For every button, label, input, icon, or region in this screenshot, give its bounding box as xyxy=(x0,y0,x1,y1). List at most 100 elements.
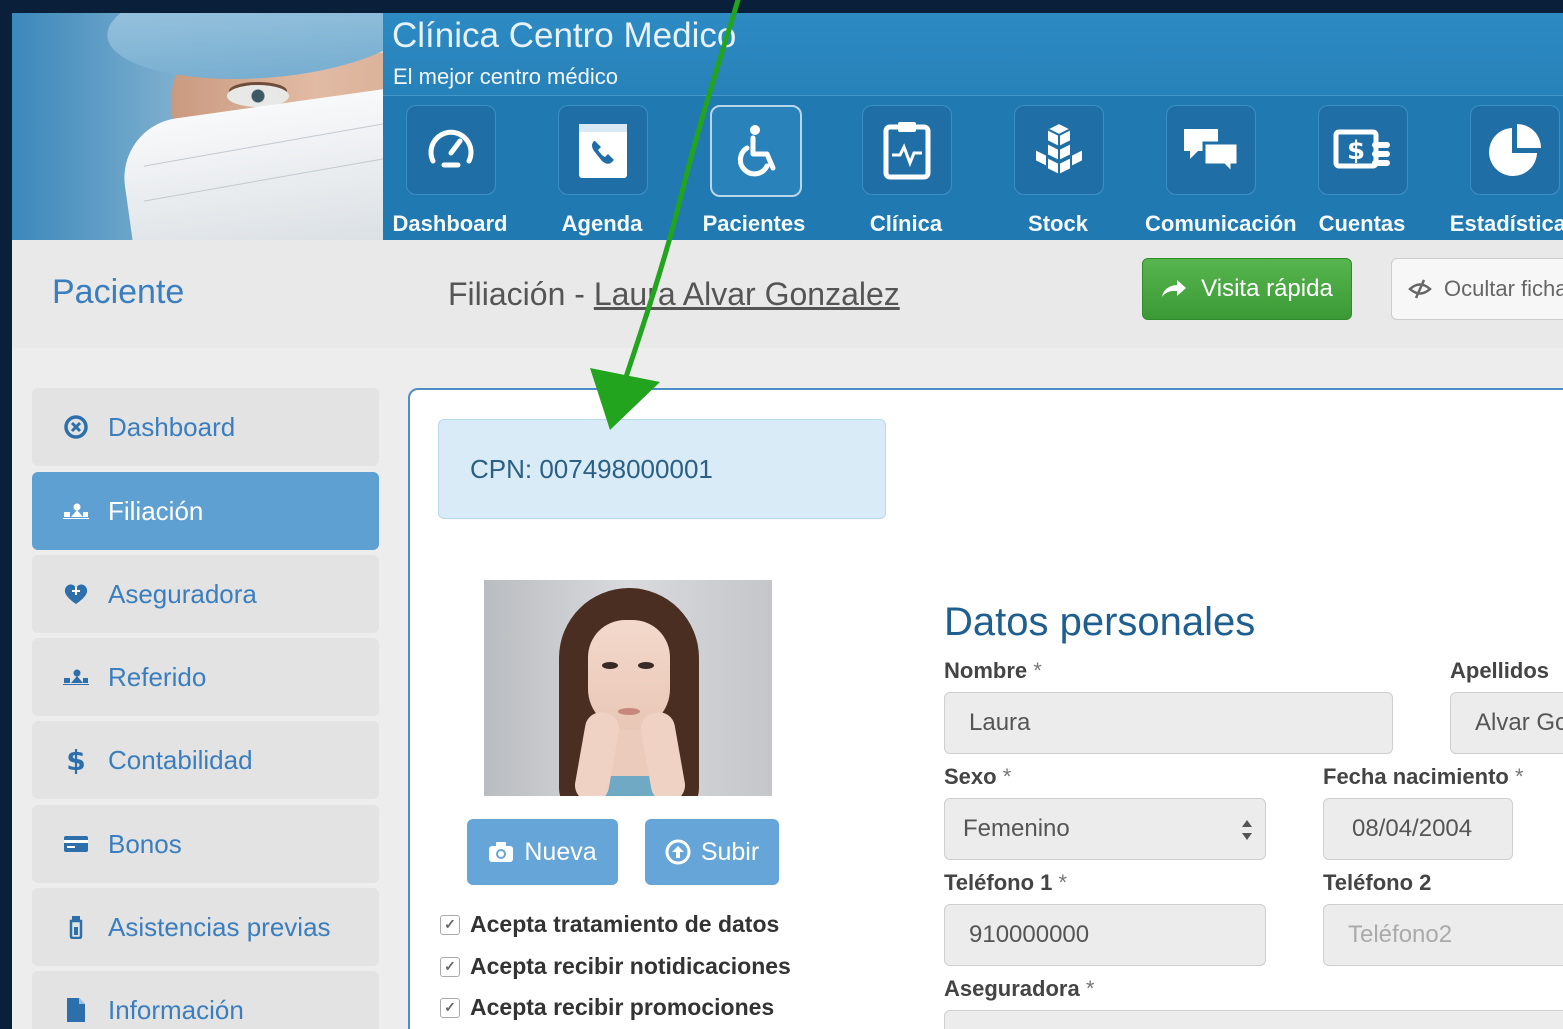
patient-name-link[interactable]: Laura Alvar Gonzalez xyxy=(594,276,900,312)
required-mark: * xyxy=(1514,764,1524,789)
telefono2-label: Teléfono 2 xyxy=(1323,870,1432,895)
nav-stock-label: Stock xyxy=(1028,211,1088,236)
nav-dashboard-label: Dashboard xyxy=(392,211,508,236)
phonebook-icon xyxy=(579,124,627,178)
nav-stock[interactable]: Stock xyxy=(993,103,1123,238)
nav-clinica-label: Clínica xyxy=(869,211,943,236)
aseguradora-field[interactable] xyxy=(944,1010,1563,1029)
nav-dashboard[interactable]: Dashboard xyxy=(385,103,515,238)
sidebar-item-label: Dashboard xyxy=(108,411,236,442)
nav-clinica[interactable]: Clínica xyxy=(841,103,971,238)
nav-comunicacion[interactable]: Comunicación xyxy=(1145,103,1297,238)
consent-check-datos[interactable]: ✓ Acepta tratamiento de datos xyxy=(440,911,779,938)
apellidos-field[interactable]: Alvar Gonzalez xyxy=(1450,692,1563,754)
circle-x-icon xyxy=(64,415,88,439)
clipboard-pulse-icon xyxy=(883,122,931,180)
cpn-box: CPN: 007498000001 xyxy=(438,419,886,519)
sidebar-item-label: Bonos xyxy=(108,828,182,859)
filiacion-title: Filiación - Laura Alvar Gonzalez xyxy=(448,276,900,313)
card-icon xyxy=(64,836,88,852)
flask-icon xyxy=(69,916,83,939)
dollar-icon: $ xyxy=(66,746,85,774)
wheelchair-icon xyxy=(737,125,776,177)
consent-label: Acepta recibir promociones xyxy=(470,994,775,1020)
camera-icon xyxy=(489,842,514,862)
ocultar-ficha-button[interactable]: Ocultar ficha xyxy=(1391,258,1563,320)
chat-bubbles-icon xyxy=(1184,129,1240,177)
datos-personales-title: Datos personales xyxy=(944,600,1256,644)
patient-photo xyxy=(484,580,772,796)
shield-heart-icon xyxy=(64,584,88,604)
sexo-label: Sexo * xyxy=(944,764,1012,789)
group-icon xyxy=(63,669,89,685)
sidebar-item-bonos[interactable]: Bonos xyxy=(32,805,379,883)
sidebar-item-label: Asistencias previas xyxy=(108,911,331,942)
consent-label: Acepta recibir notidicaciones xyxy=(470,953,791,979)
share-arrow-icon xyxy=(1162,280,1187,297)
checkbox-checked-icon[interactable]: ✓ xyxy=(440,956,460,977)
consent-check-promociones[interactable]: ✓ Acepta recibir promociones xyxy=(440,994,774,1021)
page-title: Paciente xyxy=(52,273,185,311)
sidebar-item-label: Contabilidad xyxy=(108,744,253,775)
sexo-value: Femenino xyxy=(963,815,1070,842)
svg-text:$: $ xyxy=(66,746,85,774)
consent-label: Acepta tratamiento de datos xyxy=(470,911,780,937)
sexo-select[interactable]: Femenino xyxy=(944,798,1266,860)
aseguradora-label: Aseguradora * xyxy=(944,976,1095,1001)
nav-pacientes-label: Pacientes xyxy=(702,211,806,236)
required-mark: * xyxy=(1058,870,1068,895)
sidebar-item-dashboard[interactable]: Dashboard xyxy=(32,388,379,466)
nombre-label: Nombre * xyxy=(944,658,1042,683)
nav-cuentas[interactable]: $ Cuentas xyxy=(1297,103,1427,238)
speedometer-icon xyxy=(428,129,474,168)
filiacion-prefix: Filiación - xyxy=(448,276,594,312)
sidebar-item-informacion[interactable]: Información xyxy=(32,971,379,1029)
nav-estadisticas[interactable]: Estadísticas xyxy=(1449,103,1563,238)
nueva-label: Nueva xyxy=(524,837,597,866)
file-icon xyxy=(67,998,85,1022)
sidebar-item-label: Referido xyxy=(108,661,207,692)
sidebar-item-label: Aseguradora xyxy=(108,578,257,609)
upload-circle-icon xyxy=(665,839,691,865)
sidebar-item-label: Filiación xyxy=(108,495,204,526)
fecha-field[interactable]: 08/04/2004 xyxy=(1323,798,1513,860)
checkbox-checked-icon[interactable]: ✓ xyxy=(440,997,460,1018)
sidebar-item-asistencias[interactable]: Asistencias previas xyxy=(32,888,379,966)
nav-comunicacion-label: Comunicación xyxy=(1145,211,1297,236)
sidebar-item-aseguradora[interactable]: Aseguradora xyxy=(32,555,379,633)
telefono1-label: Teléfono 1 * xyxy=(944,870,1068,895)
subir-photo-button[interactable]: Subir xyxy=(645,819,779,885)
telefono2-field[interactable]: Teléfono2 xyxy=(1323,904,1563,966)
nav-agenda[interactable]: Agenda xyxy=(537,103,667,238)
apellidos-label: Apellidos xyxy=(1450,658,1550,683)
nav-cuentas-label: Cuentas xyxy=(1318,211,1406,236)
visita-rapida-button[interactable]: Visita rápida xyxy=(1142,258,1352,320)
ocultar-ficha-label: Ocultar ficha xyxy=(1444,276,1563,301)
consent-check-notificaciones[interactable]: ✓ Acepta recibir notidicaciones xyxy=(440,953,791,980)
sidebar-item-contabilidad[interactable]: $ Contabilidad xyxy=(32,721,379,799)
nav-pacientes[interactable]: Pacientes xyxy=(689,103,819,238)
required-mark: * xyxy=(1033,658,1042,683)
pie-chart-icon xyxy=(1489,124,1541,176)
group-icon xyxy=(63,503,89,519)
nueva-photo-button[interactable]: Nueva xyxy=(467,819,618,885)
sidebar-item-referido[interactable]: Referido xyxy=(32,638,379,716)
cpn-text: CPN: 007498000001 xyxy=(470,453,713,484)
money-icon: $ xyxy=(1333,129,1390,169)
sidebar-item-filiacion[interactable]: Filiación xyxy=(32,472,379,550)
boxes-icon xyxy=(1034,121,1084,177)
svg-text:$: $ xyxy=(1347,136,1365,166)
select-updown-icon xyxy=(1242,820,1252,840)
fecha-label: Fecha nacimiento * xyxy=(1323,764,1524,789)
visita-rapida-label: Visita rápida xyxy=(1201,275,1333,302)
telefono1-field[interactable]: 910000000 xyxy=(944,904,1266,966)
required-mark: * xyxy=(1002,764,1012,789)
required-mark: * xyxy=(1085,976,1095,1001)
clinic-subtitle: El mejor centro médico xyxy=(393,64,618,89)
eye-slash-icon xyxy=(1408,279,1432,299)
checkbox-checked-icon[interactable]: ✓ xyxy=(440,914,460,935)
nav-estadisticas-label: Estadísticas xyxy=(1449,211,1563,236)
nombre-field[interactable]: Laura xyxy=(944,692,1393,754)
nav-agenda-label: Agenda xyxy=(561,211,643,236)
sidebar-item-label: Información xyxy=(108,994,244,1025)
